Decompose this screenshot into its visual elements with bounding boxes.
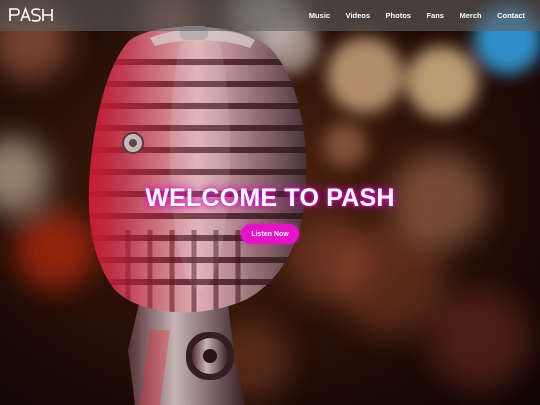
site-logo[interactable] — [9, 6, 53, 23]
nav-link-videos[interactable]: Videos — [346, 11, 370, 20]
hero-title: WELCOME TO PASH — [145, 184, 395, 212]
nav-link-music[interactable]: Music — [309, 11, 330, 20]
top-navbar: Music Videos Photos Fans Merch Contact — [0, 0, 540, 31]
nav-link-photos[interactable]: Photos — [386, 11, 411, 20]
logo-wordmark-icon — [9, 6, 53, 22]
nav-link-merch[interactable]: Merch — [459, 11, 481, 20]
page: Music Videos Photos Fans Merch Contact W… — [0, 0, 540, 405]
nav-link-contact[interactable]: Contact — [497, 11, 525, 20]
nav-links: Music Videos Photos Fans Merch Contact — [293, 0, 525, 31]
nav-link-fans[interactable]: Fans — [426, 11, 444, 20]
listen-now-button[interactable]: Listen Now — [241, 224, 299, 244]
